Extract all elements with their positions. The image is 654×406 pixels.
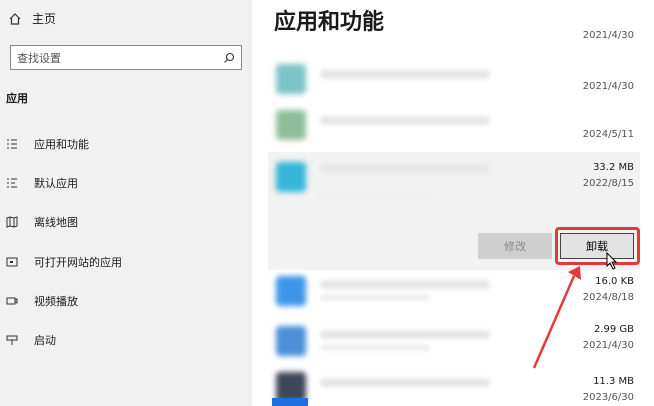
video-playback-icon bbox=[6, 297, 18, 305]
app-meta: 11.3 MB 2023/6/30 bbox=[583, 376, 634, 403]
app-date: 2023/6/30 bbox=[582, 392, 634, 403]
startup-icon bbox=[6, 335, 18, 345]
app-name bbox=[320, 378, 490, 387]
app-publisher bbox=[320, 344, 430, 351]
search-icon[interactable] bbox=[223, 52, 235, 64]
app-date: 2022/8/15 bbox=[582, 178, 634, 189]
taskbar-accent bbox=[272, 398, 308, 406]
app-name bbox=[320, 164, 490, 173]
sidebar-item-video-playback[interactable]: 视频播放 bbox=[0, 290, 252, 312]
mouse-cursor-icon bbox=[606, 252, 618, 270]
app-row[interactable]: 11.3 MB 2023/6/30 bbox=[270, 368, 640, 406]
section-heading: 应用 bbox=[6, 92, 28, 105]
page-title: 应用和功能 bbox=[274, 10, 385, 35]
app-row[interactable]: 2021/4/30 bbox=[270, 30, 640, 56]
app-name bbox=[320, 70, 490, 79]
app-icon bbox=[276, 276, 306, 306]
app-row[interactable]: 2024/5/11 bbox=[270, 100, 640, 150]
app-row[interactable]: 16.0 KB 2024/8/18 bbox=[270, 272, 640, 312]
app-icon bbox=[276, 110, 306, 140]
sidebar-item-label: 视频播放 bbox=[34, 295, 78, 308]
app-meta: 16.0 KB 2024/8/18 bbox=[583, 276, 634, 303]
app-name bbox=[320, 280, 490, 289]
sidebar-item-default-apps[interactable]: 默认应用 bbox=[0, 172, 252, 194]
app-meta: 33.2 MB 2022/8/15 bbox=[583, 162, 634, 189]
modify-button[interactable]: 修改 bbox=[478, 233, 552, 259]
app-row[interactable]: 2.99 GB 2021/4/30 bbox=[270, 318, 640, 366]
apps-for-websites-icon bbox=[6, 257, 18, 267]
sidebar: 主页 查找设置 应用 应用和功能 默认应用 离线地图 可打开网站的应用 视频播放… bbox=[0, 0, 252, 406]
home-label: 主页 bbox=[32, 12, 57, 26]
app-date: 2024/5/11 bbox=[582, 129, 634, 140]
app-meta: 2.99 GB 2021/4/30 bbox=[583, 324, 634, 351]
sidebar-item-startup[interactable]: 启动 bbox=[0, 329, 252, 351]
apps-features-icon bbox=[7, 139, 17, 149]
app-row[interactable]: 2021/4/30 bbox=[270, 56, 640, 100]
home-link[interactable]: 主页 bbox=[8, 10, 56, 27]
sidebar-item-offline-maps[interactable]: 离线地图 bbox=[0, 211, 252, 233]
app-name bbox=[320, 330, 490, 339]
sidebar-item-apps-features[interactable]: 应用和功能 bbox=[0, 133, 252, 155]
default-apps-icon bbox=[7, 178, 17, 188]
app-meta: 2024/5/11 bbox=[583, 129, 634, 140]
app-date: 2021/4/30 bbox=[582, 30, 634, 41]
sidebar-item-label: 应用和功能 bbox=[34, 138, 89, 151]
app-publisher bbox=[320, 194, 430, 201]
app-date: 2021/4/30 bbox=[582, 81, 634, 92]
app-date: 2021/4/30 bbox=[582, 340, 634, 351]
offline-maps-icon bbox=[6, 216, 18, 228]
app-publisher bbox=[320, 294, 430, 301]
settings-window: 主页 查找设置 应用 应用和功能 默认应用 离线地图 可打开网站的应用 视频播放… bbox=[0, 0, 654, 406]
sidebar-item-label: 启动 bbox=[34, 334, 56, 347]
home-icon bbox=[9, 12, 21, 25]
app-meta: 2021/4/30 bbox=[583, 30, 634, 41]
app-size: 11.3 MB bbox=[593, 376, 634, 387]
sidebar-item-label: 可打开网站的应用 bbox=[34, 256, 122, 269]
highlight-box bbox=[555, 227, 640, 265]
app-meta: 2021/4/30 bbox=[583, 81, 634, 92]
app-date: 2024/8/18 bbox=[582, 292, 634, 303]
app-size: 33.2 MB bbox=[593, 162, 634, 173]
app-size: 16.0 KB bbox=[595, 276, 634, 287]
app-size: 2.99 GB bbox=[593, 324, 634, 335]
search-placeholder: 查找设置 bbox=[17, 51, 61, 65]
app-row-selected[interactable]: 33.2 MB 2022/8/15 bbox=[270, 152, 640, 222]
app-name bbox=[320, 116, 490, 125]
sidebar-item-apps-for-websites[interactable]: 可打开网站的应用 bbox=[0, 251, 252, 273]
app-icon bbox=[276, 162, 306, 192]
sidebar-item-label: 默认应用 bbox=[34, 177, 78, 190]
app-icon bbox=[276, 64, 306, 94]
sidebar-item-label: 离线地图 bbox=[34, 216, 78, 229]
app-icon bbox=[276, 326, 306, 356]
search-input[interactable]: 查找设置 bbox=[10, 45, 242, 70]
